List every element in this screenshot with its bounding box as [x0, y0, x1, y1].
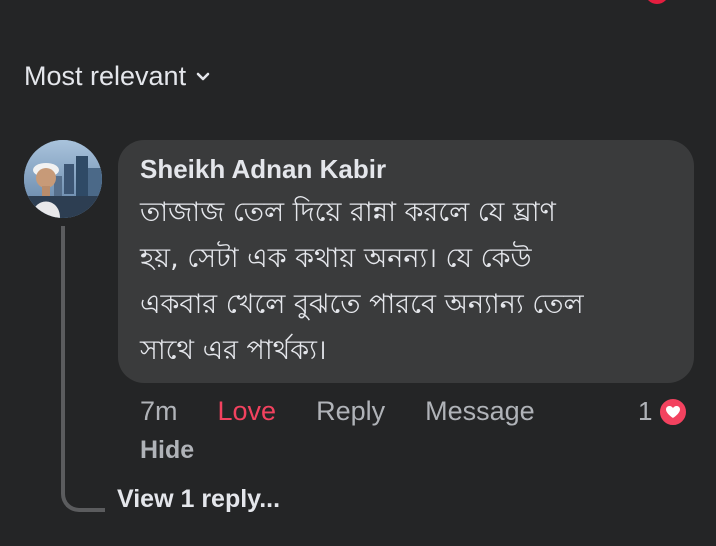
comment-actions: 7m Love Reply Message	[140, 396, 535, 427]
comment-timestamp[interactable]: 7m	[140, 396, 178, 427]
message-button[interactable]: Message	[425, 396, 535, 427]
sort-dropdown[interactable]: Most relevant	[24, 61, 210, 92]
notification-badge	[645, 0, 669, 4]
chevron-down-icon	[196, 72, 210, 80]
comment-bubble: Sheikh Adnan Kabir তাজাজ তেল দিয়ে রান্ন…	[118, 140, 694, 383]
love-button[interactable]: Love	[218, 396, 277, 427]
reply-thread-line	[61, 226, 105, 512]
comment-text: তাজাজ তেল দিয়ে রান্না করলে যে ঘ্রাণ হয়…	[140, 197, 584, 366]
reaction-count: 1	[638, 396, 653, 426]
view-replies-link[interactable]: View 1 reply...	[117, 485, 280, 514]
heart-icon	[658, 396, 689, 427]
hide-button[interactable]: Hide	[140, 436, 194, 465]
comment-author[interactable]: Sheikh Adnan Kabir	[140, 154, 672, 184]
avatar[interactable]	[24, 140, 102, 218]
sort-label: Most relevant	[24, 61, 187, 91]
reaction-summary[interactable]: 1	[638, 396, 689, 427]
reply-button[interactable]: Reply	[316, 396, 385, 427]
